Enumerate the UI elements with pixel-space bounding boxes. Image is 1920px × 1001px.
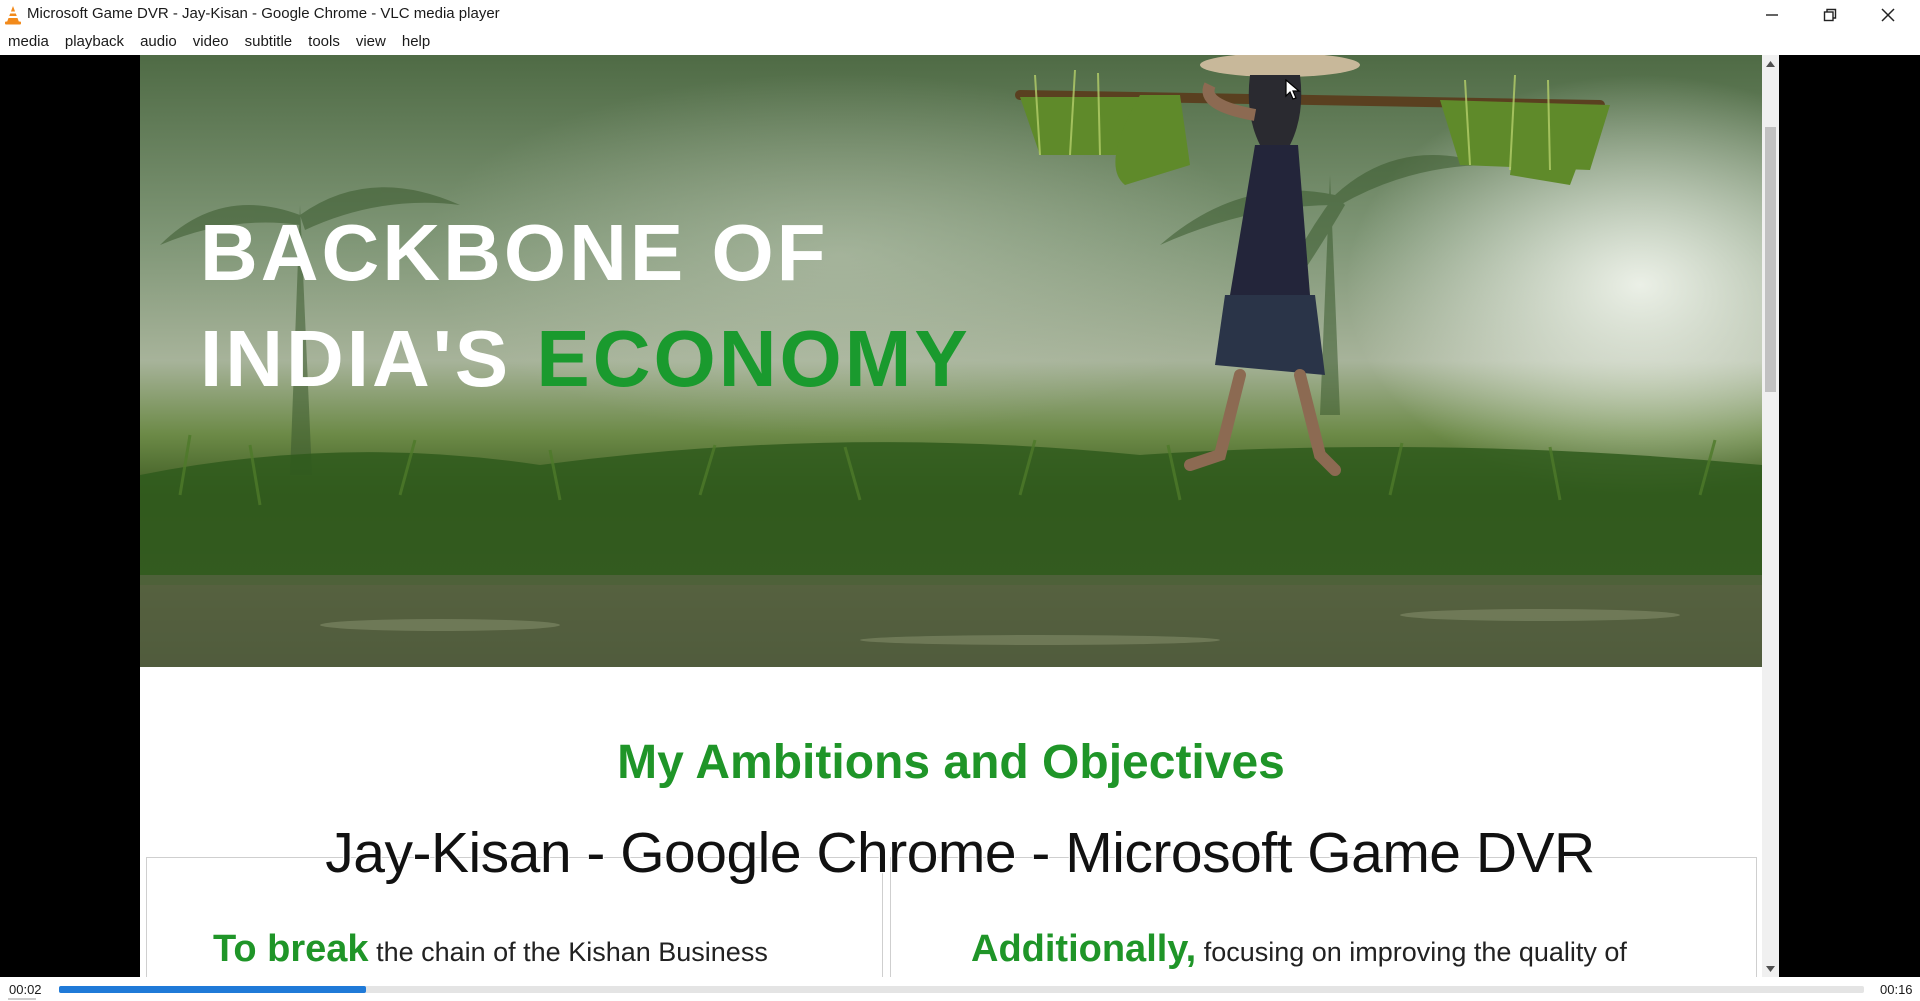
scrollbar-thumb[interactable]: [1765, 127, 1776, 392]
hero-title-line2: INDIA'S ECONOMY: [200, 313, 971, 405]
card-left-lead: To break: [213, 928, 369, 970]
menu-media[interactable]: media: [0, 29, 57, 55]
total-duration: 00:16: [1880, 982, 1913, 997]
close-button[interactable]: [1859, 0, 1917, 29]
menu-video[interactable]: video: [185, 29, 237, 55]
vlc-cone-icon: [5, 6, 21, 25]
hero-title-line1: BACKBONE OF: [200, 208, 829, 297]
menu-playback[interactable]: playback: [57, 29, 132, 55]
elapsed-time: 00:02: [9, 982, 42, 997]
menu-view[interactable]: view: [348, 29, 394, 55]
card-right-text: Additionally, focusing on improving the …: [971, 928, 1627, 971]
card-right-body: focusing on improving the quality of: [1196, 937, 1627, 967]
hero-banner: BACKBONE OF INDIA'S ECONOMY: [140, 55, 1762, 667]
menu-tools[interactable]: tools: [300, 29, 348, 55]
title-bar: Microsoft Game DVR - Jay-Kisan - Google …: [0, 0, 1920, 29]
close-icon: [1881, 7, 1895, 22]
section-heading: My Ambitions and Objectives: [617, 736, 1285, 789]
scroll-up-arrow-icon: [1766, 60, 1775, 67]
seek-bar[interactable]: [59, 986, 1864, 993]
menu-help[interactable]: help: [394, 29, 438, 55]
menu-subtitle[interactable]: subtitle: [237, 29, 301, 55]
scroll-down-button[interactable]: [1762, 960, 1779, 977]
card-right-lead: Additionally,: [971, 928, 1197, 970]
menu-audio[interactable]: audio: [132, 29, 185, 55]
minimize-icon: [1766, 13, 1778, 16]
mouse-cursor-icon: [1285, 79, 1301, 100]
scroll-up-button[interactable]: [1762, 55, 1779, 72]
player-controls: 00:02 00:16: [0, 977, 1920, 1001]
scroll-down-arrow-icon: [1766, 965, 1775, 972]
hero-title-economy: ECONOMY: [536, 314, 971, 403]
card-left-body: the chain of the Kishan Business: [368, 937, 768, 967]
restore-icon: [1823, 8, 1837, 21]
window-title: Microsoft Game DVR - Jay-Kisan - Google …: [27, 5, 500, 22]
menu-bar: media playback audio video subtitle tool…: [0, 29, 1920, 55]
hero-title-india: INDIA'S: [200, 314, 537, 403]
elapsed-time-underline: [8, 998, 36, 1000]
minimize-button[interactable]: [1743, 0, 1801, 29]
seek-bar-progress: [59, 986, 366, 993]
restore-button[interactable]: [1801, 0, 1859, 29]
card-left-text: To break the chain of the Kishan Busines…: [213, 928, 768, 971]
recording-caption-overlay: Jay-Kisan - Google Chrome - Microsoft Ga…: [324, 820, 1596, 886]
